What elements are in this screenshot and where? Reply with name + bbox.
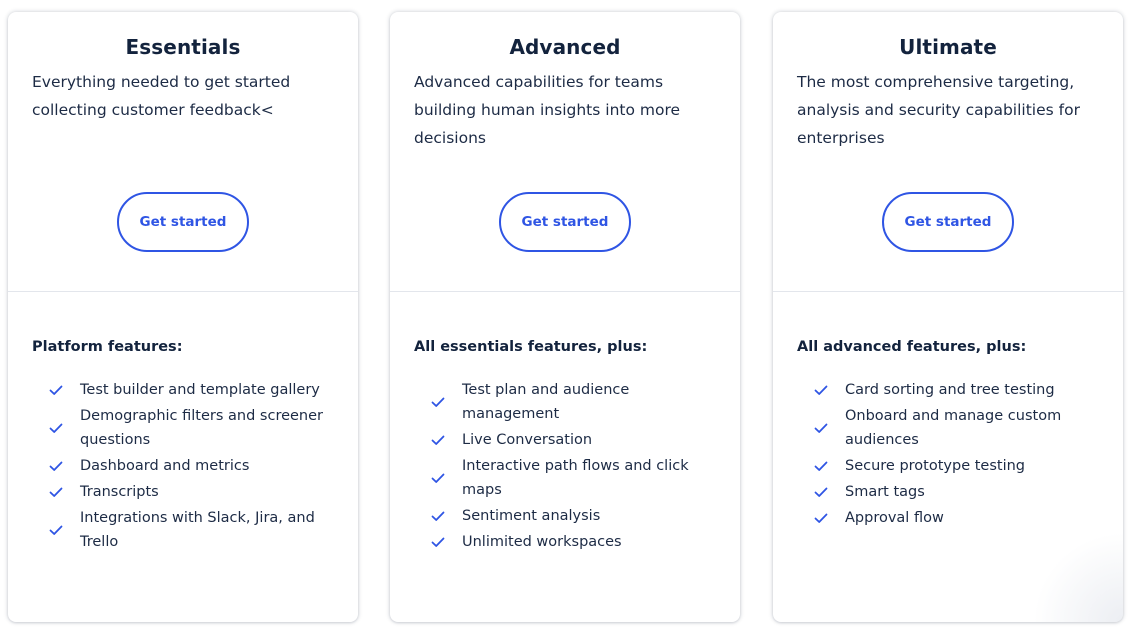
feature-item: Approval flow [797,506,1103,530]
feature-item: Secure prototype testing [797,454,1103,478]
get-started-button[interactable]: Get started [117,192,249,252]
check-icon [32,487,80,498]
check-icon [32,423,80,434]
feature-text: Secure prototype testing [845,458,1026,474]
feature-text: Test builder and template gallery [80,382,320,398]
plan-description: Advanced capabilities for teams building… [414,73,681,147]
feature-item: Sentiment analysis [414,504,720,528]
feature-text: Dashboard and metrics [80,458,250,474]
features-heading: Platform features: [32,339,183,355]
corner-shade [1033,532,1123,622]
plan-description: Everything needed to get started collect… [32,73,291,119]
plan-features: All advanced features, plus: Card sortin… [773,292,1123,530]
feature-item: Transcripts [32,480,338,504]
feature-item: Smart tags [797,480,1103,504]
check-icon [414,435,462,446]
feature-text: Interactive path flows and click maps [462,458,689,498]
feature-text: Approval flow [845,510,944,526]
feature-text: Sentiment analysis [462,508,601,524]
feature-item: Demographic filters and screener questio… [32,404,338,452]
feature-text: Card sorting and tree testing [845,382,1055,398]
feature-item: Integrations with Slack, Jira, and Trell… [32,506,338,554]
check-icon [32,461,80,472]
features-heading: All advanced features, plus: [797,339,1027,355]
check-icon [414,537,462,548]
check-icon [414,511,462,522]
feature-item: Onboard and manage custom audiences [797,404,1103,452]
feature-text: Onboard and manage custom audiences [845,408,1062,448]
plan-features: Platform features: Test builder and temp… [8,292,358,554]
feature-text: Test plan and audience management [462,382,630,422]
plan-card-ultimate: Ultimate The most comprehensive targetin… [773,12,1123,622]
feature-item: Live Conversation [414,428,720,452]
feature-list: Test builder and template gallery Demogr… [32,378,338,554]
check-icon [797,423,845,434]
plan-header: Advanced Advanced capabilities for teams… [390,12,740,292]
check-icon [414,397,462,408]
feature-list: Test plan and audience management Live C… [414,378,720,554]
feature-text: Live Conversation [462,432,593,448]
feature-item: Test plan and audience management [414,378,720,426]
feature-text: Unlimited workspaces [462,534,622,550]
feature-item: Dashboard and metrics [32,454,338,478]
feature-item: Test builder and template gallery [32,378,338,402]
feature-item: Card sorting and tree testing [797,378,1103,402]
plan-description: The most comprehensive targeting, analys… [797,73,1080,147]
plan-title: Ultimate [899,35,997,59]
check-icon [797,461,845,472]
plan-header: Ultimate The most comprehensive targetin… [773,12,1123,292]
feature-list: Card sorting and tree testing Onboard an… [797,378,1103,530]
check-icon [32,525,80,536]
feature-text: Transcripts [80,484,159,500]
check-icon [797,385,845,396]
feature-text: Smart tags [845,484,925,500]
check-icon [414,473,462,484]
feature-item: Interactive path flows and click maps [414,454,720,502]
feature-text: Demographic filters and screener questio… [80,408,324,448]
get-started-button[interactable]: Get started [499,192,631,252]
plan-card-advanced: Advanced Advanced capabilities for teams… [390,12,740,622]
check-icon [797,513,845,524]
plan-features: All essentials features, plus: Test plan… [390,292,740,554]
get-started-button[interactable]: Get started [882,192,1014,252]
check-icon [32,385,80,396]
features-heading: All essentials features, plus: [414,339,648,355]
check-icon [797,487,845,498]
plan-title: Essentials [125,35,241,59]
plan-title: Advanced [509,35,621,59]
feature-text: Integrations with Slack, Jira, and Trell… [80,510,315,550]
feature-item: Unlimited workspaces [414,530,720,554]
plan-header: Essentials Everything needed to get star… [8,12,358,292]
plan-card-essentials: Essentials Everything needed to get star… [8,12,358,622]
